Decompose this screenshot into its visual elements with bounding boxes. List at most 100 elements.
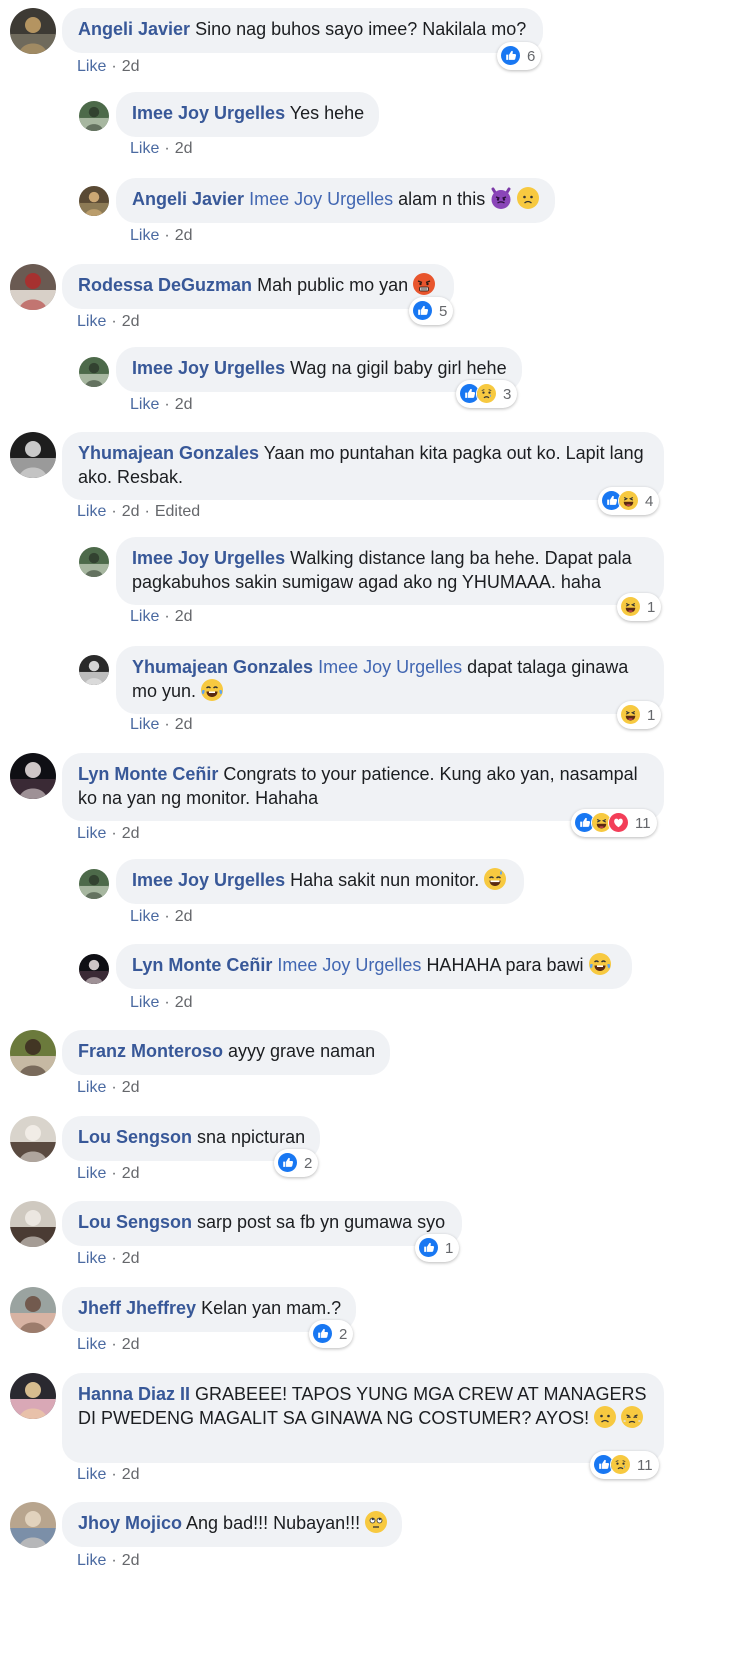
like-button[interactable]: Like <box>130 140 159 157</box>
avatar[interactable] <box>10 753 56 799</box>
reaction-summary[interactable]: 1 <box>415 1234 460 1262</box>
comment-author[interactable]: Hanna Diaz II <box>78 1384 190 1404</box>
comment-text: Sino nag buhos sayo imee? Nakilala mo? <box>195 19 527 39</box>
comment-author[interactable]: Lou Sengson <box>78 1212 192 1232</box>
comment-author[interactable]: Lyn Monte Ceñir <box>132 955 272 975</box>
separator: · <box>111 58 117 75</box>
timestamp[interactable]: 2d <box>175 396 193 413</box>
reaction-summary[interactable]: 11 <box>571 809 657 837</box>
reaction-icons <box>418 1237 440 1259</box>
comment-author[interactable]: Imee Joy Urgelles <box>132 103 285 123</box>
timestamp[interactable]: 2d <box>122 313 140 330</box>
timestamp[interactable]: 2d <box>175 227 193 244</box>
like-button[interactable]: Like <box>77 503 106 520</box>
comment-author[interactable]: Angeli Javier <box>78 19 190 39</box>
edited-label[interactable]: Edited <box>155 503 200 520</box>
comment-author[interactable]: Rodessa DeGuzman <box>78 275 252 295</box>
comment-author[interactable]: Jheff Jheffrey <box>78 1298 196 1318</box>
timestamp[interactable]: 2d <box>175 908 193 925</box>
avatar[interactable] <box>10 1287 56 1333</box>
avatar[interactable] <box>10 1030 56 1076</box>
avatar[interactable] <box>10 1373 56 1419</box>
timestamp[interactable]: 2d <box>122 503 140 520</box>
reaction-summary[interactable]: 3 <box>456 380 518 408</box>
timestamp[interactable]: 2d <box>122 1165 140 1182</box>
like-button[interactable]: Like <box>130 608 159 625</box>
like-button[interactable]: Like <box>77 1336 106 1353</box>
like-icon <box>418 1237 440 1259</box>
avatar[interactable] <box>10 1502 56 1548</box>
timestamp[interactable]: 2d <box>122 825 140 842</box>
reaction-icons <box>601 490 640 512</box>
reaction-summary[interactable]: 4 <box>598 487 660 515</box>
like-button[interactable]: Like <box>130 908 159 925</box>
avatar[interactable] <box>79 869 109 899</box>
timestamp[interactable]: 2d <box>175 994 193 1011</box>
separator: · <box>164 994 170 1011</box>
reply-bubble: Angeli Javier Imee Joy Urgelles alam n t… <box>116 178 555 223</box>
like-button[interactable]: Like <box>77 1165 106 1182</box>
timestamp[interactable]: 2d <box>122 1466 140 1483</box>
avatar[interactable] <box>79 547 109 577</box>
like-button[interactable]: Like <box>130 994 159 1011</box>
avatar[interactable] <box>79 655 109 685</box>
like-button[interactable]: Like <box>77 1552 106 1569</box>
avatar[interactable] <box>10 432 56 478</box>
like-button[interactable]: Like <box>77 1466 106 1483</box>
comment-author[interactable]: Jhoy Mojico <box>78 1513 182 1533</box>
comment-meta: Like · 2d <box>77 313 139 331</box>
avatar[interactable] <box>79 954 109 984</box>
comment-author[interactable]: Imee Joy Urgelles <box>132 548 285 568</box>
comment-bubble: Hanna Diaz II GRABEEE! TAPOS YUNG MGA CR… <box>62 1373 664 1463</box>
reaction-summary[interactable]: 2 <box>274 1149 319 1177</box>
timestamp[interactable]: 2d <box>175 608 193 625</box>
reaction-count: 1 <box>647 706 656 724</box>
avatar[interactable] <box>79 101 109 131</box>
avatar[interactable] <box>10 264 56 310</box>
reaction-summary[interactable]: 1 <box>617 593 662 621</box>
avatar[interactable] <box>10 8 56 54</box>
comment-author[interactable]: Imee Joy Urgelles <box>132 358 285 378</box>
reaction-summary[interactable]: 1 <box>617 701 662 729</box>
comment-bubble: Angeli Javier Sino nag buhos sayo imee? … <box>62 8 543 53</box>
reaction-summary[interactable]: 6 <box>497 42 542 70</box>
comment-meta: Like · 2d <box>130 908 192 926</box>
comment-author[interactable]: Lyn Monte Ceñir <box>78 764 218 784</box>
timestamp[interactable]: 2d <box>122 1250 140 1267</box>
timestamp[interactable]: 2d <box>122 58 140 75</box>
like-button[interactable]: Like <box>77 825 106 842</box>
reaction-summary[interactable]: 11 <box>590 1451 659 1479</box>
timestamp[interactable]: 2d <box>122 1336 140 1353</box>
comment-author[interactable]: Yhumajean Gonzales <box>132 657 313 677</box>
comment-author[interactable]: Imee Joy Urgelles <box>132 870 285 890</box>
mention-link[interactable]: Imee Joy Urgelles <box>277 955 421 975</box>
timestamp[interactable]: 2d <box>175 716 193 733</box>
reaction-summary[interactable]: 2 <box>309 1320 354 1348</box>
avatar[interactable] <box>10 1116 56 1162</box>
timestamp[interactable]: 2d <box>175 140 193 157</box>
comment-meta: Like · 2d <box>77 1336 139 1354</box>
comment-author[interactable]: Lou Sengson <box>78 1127 192 1147</box>
separator: · <box>164 608 170 625</box>
like-button[interactable]: Like <box>130 396 159 413</box>
like-button[interactable]: Like <box>77 1250 106 1267</box>
comment-author[interactable]: Angeli Javier <box>132 189 244 209</box>
like-button[interactable]: Like <box>77 58 106 75</box>
mention-link[interactable]: Imee Joy Urgelles <box>318 657 462 677</box>
comment-author[interactable]: Yhumajean Gonzales <box>78 443 259 463</box>
mention-link[interactable]: Imee Joy Urgelles <box>249 189 393 209</box>
like-button[interactable]: Like <box>77 1079 106 1096</box>
like-button[interactable]: Like <box>77 313 106 330</box>
avatar[interactable] <box>10 1201 56 1247</box>
comment-author[interactable]: Franz Monteroso <box>78 1041 223 1061</box>
timestamp[interactable]: 2d <box>122 1552 140 1569</box>
avatar[interactable] <box>79 357 109 387</box>
reaction-summary[interactable]: 5 <box>409 297 454 325</box>
avatar[interactable] <box>79 186 109 216</box>
comment-text: alam n this <box>398 189 486 209</box>
like-button[interactable]: Like <box>130 227 159 244</box>
like-button[interactable]: Like <box>130 716 159 733</box>
comment-text: Kelan yan mam.? <box>201 1298 342 1318</box>
timestamp[interactable]: 2d <box>122 1079 140 1096</box>
comment-bubble: Lou Sengson sarp post sa fb yn gumawa sy… <box>62 1201 462 1246</box>
